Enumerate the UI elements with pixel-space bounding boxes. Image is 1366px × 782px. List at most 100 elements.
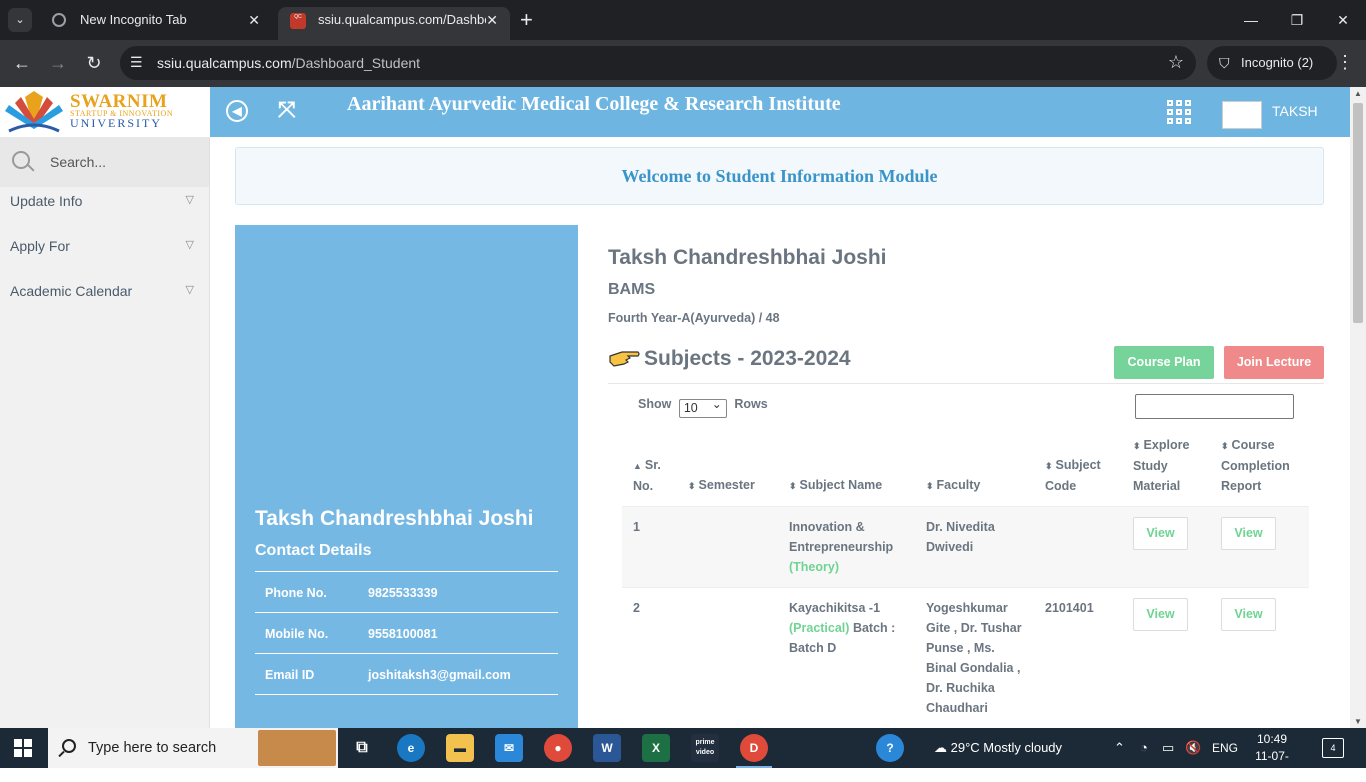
page-scrollbar[interactable]: ▲ ▼ — [1350, 87, 1366, 728]
close-tab-icon[interactable]: ✕ — [248, 7, 260, 33]
col-header-subject-name[interactable]: ⬍ Subject Name — [789, 475, 882, 496]
user-name[interactable]: TAKSH — [1272, 103, 1318, 119]
contact-heading: Contact Details — [255, 542, 372, 559]
back-arrow-icon[interactable]: ← — [10, 51, 34, 75]
student-year: Fourth Year-A(Ayurveda) / 48 — [608, 311, 780, 325]
sidebar-item-academic-calendar[interactable]: Academic Calendar ▽ — [10, 283, 200, 299]
sidebar-search[interactable]: Search... — [0, 137, 209, 187]
edge-browser-icon[interactable]: e — [397, 734, 425, 762]
col-header-course-completion[interactable]: ⬍ Course Completion Report — [1221, 435, 1290, 496]
qualcampus-favicon-icon: QC — [290, 13, 306, 29]
chrome-icon[interactable]: ● — [544, 734, 572, 762]
battery-icon[interactable]: ▭ — [1162, 728, 1174, 768]
volume-muted-icon[interactable]: 🔇 — [1185, 728, 1201, 768]
restore-button[interactable]: ❐ — [1274, 0, 1320, 40]
sidebar-item-update-info[interactable]: Update Info ▽ — [10, 193, 200, 209]
avatar[interactable] — [1222, 101, 1262, 129]
scroll-down-icon[interactable]: ▼ — [1354, 717, 1362, 726]
file-explorer-icon[interactable]: ▬ — [446, 734, 474, 762]
lotus-logo-icon — [5, 91, 63, 133]
course-plan-button[interactable]: Course Plan — [1114, 346, 1214, 379]
new-tab-button[interactable]: + — [520, 7, 533, 33]
tab-new-incognito[interactable]: New Incognito Tab ✕ — [40, 7, 272, 40]
rows-select[interactable]: 10 — [678, 396, 727, 418]
tab-dashboard[interactable]: QC ssiu.qualcampus.com/Dashboard_Student… — [278, 7, 510, 40]
view-course-report-button[interactable]: View — [1221, 517, 1276, 550]
logo-university-text: UNIVERSITY — [70, 116, 162, 130]
profile-name: Taksh Chandreshbhai Joshi — [255, 507, 534, 530]
search-input[interactable]: Search... — [50, 154, 106, 170]
cell-sr: 1 — [633, 520, 640, 534]
language-indicator[interactable]: ENG — [1212, 728, 1238, 768]
notification-center-icon[interactable]: 4 — [1322, 738, 1344, 758]
close-tab-icon[interactable]: ✕ — [486, 7, 498, 33]
sort-icon: ⬍ — [1133, 441, 1141, 451]
weather-widget[interactable]: ☁ 29°C Mostly cloudy — [934, 728, 1062, 768]
sidebar-item-label: Apply For — [10, 238, 70, 254]
profile-card: Taksh Chandreshbhai Joshi Contact Detail… — [235, 225, 578, 728]
scroll-up-icon[interactable]: ▲ — [1354, 89, 1362, 98]
search-icon — [62, 739, 76, 753]
scrollbar-thumb[interactable] — [1353, 103, 1363, 323]
address-bar[interactable]: ☰ ssiu.qualcampus.com/Dashboard_Student … — [120, 46, 1196, 80]
task-view-icon[interactable]: ⧉ — [348, 734, 376, 762]
cell-subject-name: Innovation & Entrepreneurship (Theory) — [789, 520, 894, 574]
excel-icon[interactable]: X — [642, 734, 670, 762]
apps-grid-icon[interactable] — [1167, 100, 1193, 126]
taskbar-search-box[interactable]: Type here to search — [48, 728, 338, 768]
col-header-sr-no[interactable]: ▲ Sr. No. — [633, 455, 661, 496]
browser-toolbar: ← → ↻ ☰ ssiu.qualcampus.com/Dashboard_St… — [0, 40, 1366, 87]
chrome-incognito-icon[interactable]: D — [736, 734, 772, 768]
chevron-down-icon: ▽ — [185, 239, 194, 251]
tab-title: ssiu.qualcampus.com/Dashboard_Student — [318, 12, 486, 27]
divider — [608, 383, 1324, 384]
network-icon[interactable]: ◔ — [1140, 728, 1148, 768]
col-header-explore-study-material[interactable]: ⬍ Explore Study Material — [1133, 435, 1189, 496]
fullscreen-expand-icon[interactable]: ⤧ — [278, 97, 296, 123]
site-info-icon[interactable]: ☰ — [130, 54, 143, 71]
sidebar-item-apply-for[interactable]: Apply For ▽ — [10, 238, 200, 254]
sort-icon: ⬍ — [1221, 441, 1229, 451]
incognito-tab-icon — [52, 13, 66, 27]
col-header-semester[interactable]: ⬍ Semester — [688, 475, 755, 496]
col-header-subject-code[interactable]: ⬍ Subject Code — [1045, 455, 1101, 496]
cell-faculty: Yogeshkumar Gite , Dr. Tushar Punse , Ms. B… — [926, 601, 1022, 715]
tab-search-button[interactable]: ⌄ — [8, 8, 32, 32]
windows-start-icon[interactable] — [14, 739, 32, 757]
mail-icon[interactable]: ✉ — [495, 734, 523, 762]
clock[interactable]: 10:49 11-07-2024 — [1248, 731, 1296, 782]
join-lecture-button[interactable]: Join Lecture — [1224, 346, 1324, 379]
browser-menu-icon[interactable]: ⋮ — [1336, 52, 1354, 73]
close-window-button[interactable]: ✕ — [1320, 0, 1366, 40]
incognito-icon: ⛉ — [1219, 55, 1230, 71]
contact-row-divider — [255, 694, 558, 728]
word-icon[interactable]: W — [593, 734, 621, 762]
search-icon — [12, 151, 30, 169]
forward-arrow-icon[interactable]: → — [46, 51, 70, 75]
browser-tab-strip: ⌄ New Incognito Tab ✕ QC ssiu.qualcampus… — [0, 0, 1366, 40]
chevron-down-icon: ▽ — [185, 284, 194, 296]
incognito-indicator[interactable]: ⛉ Incognito (2) — [1207, 46, 1337, 80]
contact-row-mobile: Mobile No. 9558100081 — [255, 612, 558, 653]
tab-title: New Incognito Tab — [80, 12, 187, 27]
contact-row-phone: Phone No. 9825533339 — [255, 571, 558, 612]
contact-row-email: Email ID joshitaksh3@gmail.com — [255, 653, 558, 694]
table-search-input[interactable] — [1135, 394, 1294, 419]
sort-icon: ⬍ — [688, 481, 696, 491]
university-logo[interactable]: SWARNIM STARTUP & INNOVATION UNIVERSITY — [0, 87, 210, 137]
reload-icon[interactable]: ↻ — [82, 51, 106, 75]
help-icon[interactable]: ? — [876, 734, 904, 762]
show-hidden-icons[interactable]: ⌃ — [1114, 728, 1125, 768]
sidebar-toggle-back-icon[interactable]: ◀ — [226, 100, 248, 122]
prime-video-icon[interactable]: prime video — [691, 734, 719, 762]
windows-taskbar: Type here to search ⧉ e ▬ ✉ ● W X prime … — [0, 728, 1366, 780]
view-study-material-button[interactable]: View — [1133, 598, 1188, 631]
rows-per-page: Show 10 Rows — [638, 396, 768, 418]
cell-faculty: Dr. Nivedita Dwivedi — [926, 520, 995, 554]
minimize-button[interactable]: — — [1228, 0, 1274, 40]
col-header-faculty[interactable]: ⬍ Faculty — [926, 475, 980, 496]
view-study-material-button[interactable]: View — [1133, 517, 1188, 550]
view-course-report-button[interactable]: View — [1221, 598, 1276, 631]
bookmark-star-icon[interactable]: ☆ — [1168, 52, 1184, 73]
sort-icon: ⬍ — [1045, 461, 1053, 471]
